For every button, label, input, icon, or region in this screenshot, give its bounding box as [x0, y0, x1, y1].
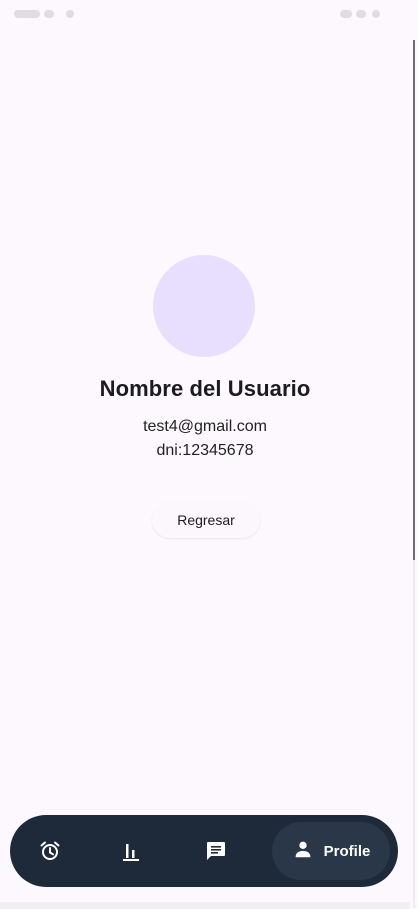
scrollbar-thumb[interactable]	[413, 40, 415, 560]
nav-profile-label: Profile	[323, 842, 371, 860]
chat-icon	[204, 839, 228, 863]
bottom-navigation: Profile	[10, 815, 398, 887]
bar-chart-icon	[119, 839, 143, 863]
person-icon	[292, 838, 314, 865]
user-dni: dni:12345678	[156, 442, 254, 459]
user-name: Nombre del Usuario	[99, 376, 311, 401]
system-gesture-bar	[0, 902, 410, 909]
nav-item-profile[interactable]: Profile	[272, 822, 390, 880]
profile-screen: Nombre del Usuario test4@gmail.com dni:1…	[0, 0, 410, 909]
avatar	[153, 255, 255, 357]
alarm-icon	[38, 839, 62, 863]
user-email: test4@gmail.com	[143, 418, 267, 435]
nav-item-stats[interactable]	[111, 831, 151, 871]
back-button[interactable]: Regresar	[152, 502, 260, 538]
nav-item-alarm[interactable]	[30, 831, 70, 871]
nav-item-chat[interactable]	[196, 831, 236, 871]
